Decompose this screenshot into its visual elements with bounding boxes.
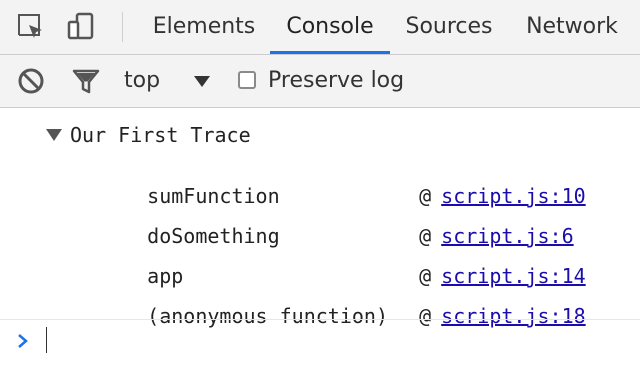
stack-frame: doSomething @ script.js:6 [99, 197, 573, 248]
output-divider [0, 319, 640, 320]
console-toolbar: top Preserve log [0, 55, 640, 108]
stack-frame: (anonymous function) @ script.js:18 [99, 277, 586, 328]
clear-console-icon[interactable] [14, 55, 48, 107]
toolbar-divider [122, 12, 123, 42]
tab-network[interactable]: Network [514, 0, 630, 54]
tab-console[interactable]: Console [270, 0, 390, 54]
context-selector[interactable]: top [124, 55, 160, 107]
preserve-log-checkbox[interactable] [238, 71, 256, 89]
context-dropdown-icon[interactable] [193, 55, 211, 107]
tab-elements[interactable]: Elements [140, 0, 268, 54]
filter-icon[interactable] [68, 55, 104, 107]
inspect-element-icon[interactable] [11, 0, 51, 54]
stack-frame: sumFunction @ script.js:10 [99, 157, 586, 208]
trace-group-header[interactable]: Our First Trace [44, 122, 251, 148]
console-output: Our First Trace sumFunction @ script.js:10… [0, 108, 640, 386]
expand-triangle-icon[interactable] [46, 129, 62, 141]
trace-group-title: Our First Trace [70, 123, 251, 147]
frame-source-link[interactable]: script.js:18 [441, 304, 586, 328]
tab-sources[interactable]: Sources [394, 0, 504, 54]
frame-function: (anonymous function) [147, 304, 388, 328]
chevron-right-icon [16, 328, 30, 354]
preserve-log-label[interactable]: Preserve log [268, 55, 404, 107]
console-input-caret[interactable] [46, 327, 47, 353]
device-toolbar-icon[interactable] [61, 0, 101, 54]
stack-frame: app @ script.js:14 [99, 237, 586, 288]
devtools-tabbar: Elements Console Sources Network [0, 0, 640, 55]
frame-at-symbol: @ [419, 304, 432, 328]
